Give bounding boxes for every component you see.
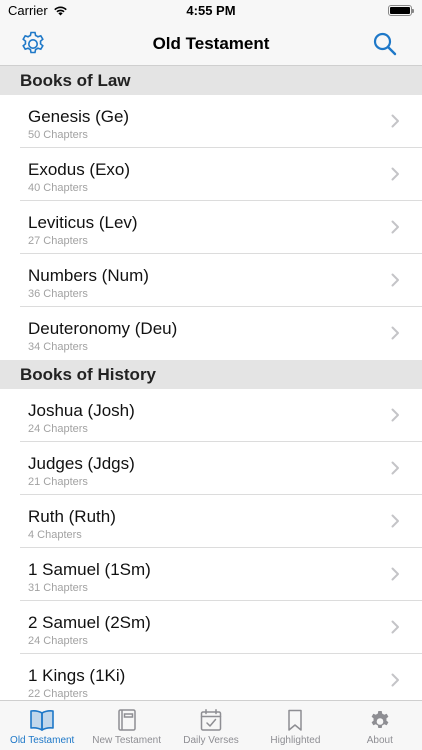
tab-new-testament[interactable]: New Testament [84, 701, 168, 750]
tab-label: Daily Verses [183, 735, 239, 746]
chevron-right-icon [391, 461, 399, 475]
books-list[interactable]: Books of Law Genesis (Ge) 50 Chapters Ex… [0, 66, 422, 700]
navigation-bar: Old Testament [0, 22, 422, 66]
chapter-count: 50 Chapters [28, 129, 88, 141]
tab-about[interactable]: About [338, 701, 422, 750]
search-icon [373, 32, 397, 56]
book-title: Ruth (Ruth) [28, 507, 116, 526]
status-time: 4:55 PM [186, 3, 236, 18]
gear-icon [371, 711, 389, 728]
chapter-count: 36 Chapters [28, 288, 88, 300]
list-item-deuteronomy[interactable]: Deuteronomy (Deu) 34 Chapters [0, 307, 422, 360]
list-item-joshua[interactable]: Joshua (Josh) 24 Chapters [0, 389, 422, 442]
book-title: 1 Samuel (1Sm) [28, 560, 151, 579]
chapter-count: 34 Chapters [28, 341, 88, 353]
list-item-ruth[interactable]: Ruth (Ruth) 4 Chapters [0, 495, 422, 548]
list-item-judges[interactable]: Judges (Jdgs) 21 Chapters [0, 442, 422, 495]
chapter-count: 40 Chapters [28, 182, 88, 194]
tab-label: New Testament [92, 735, 161, 746]
battery-icon [388, 5, 414, 16]
book-open-icon [30, 710, 55, 731]
chevron-right-icon [391, 673, 399, 687]
book-title: 2 Samuel (2Sm) [28, 613, 151, 632]
chapter-count: 22 Chapters [28, 688, 88, 700]
chevron-right-icon [391, 567, 399, 581]
chevron-right-icon [391, 326, 399, 340]
bookmark-icon [288, 709, 303, 731]
chapter-count: 4 Chapters [28, 529, 82, 541]
list-item-exodus[interactable]: Exodus (Exo) 40 Chapters [0, 148, 422, 201]
status-bar: Carrier 4:55 PM [0, 0, 422, 22]
app-screen: Carrier 4:55 PM Old Testament Books of L… [0, 0, 422, 750]
list-item-genesis[interactable]: Genesis (Ge) 50 Chapters [0, 95, 422, 148]
chapter-count: 27 Chapters [28, 235, 88, 247]
book-title: Deuteronomy (Deu) [28, 319, 178, 338]
chevron-right-icon [391, 514, 399, 528]
section-header-law: Books of Law [0, 66, 422, 95]
calendar-check-icon [200, 709, 222, 731]
tab-label: About [366, 735, 393, 746]
tab-label: Highlighted [270, 735, 321, 746]
chevron-right-icon [391, 620, 399, 634]
tab-daily-verses[interactable]: Daily Verses [169, 701, 253, 750]
chevron-right-icon [391, 273, 399, 287]
tab-old-testament[interactable]: Old Testament [0, 701, 84, 750]
book-title: Judges (Jdgs) [28, 454, 135, 473]
search-button[interactable] [370, 29, 400, 59]
chevron-right-icon [391, 114, 399, 128]
book-title: Numbers (Num) [28, 266, 149, 285]
chevron-right-icon [391, 220, 399, 234]
book-title: Joshua (Josh) [28, 401, 135, 420]
page-title: Old Testament [152, 34, 270, 53]
book-closed-icon [117, 709, 136, 731]
chevron-right-icon [391, 408, 399, 422]
chapter-count: 24 Chapters [28, 423, 88, 435]
list-item-numbers[interactable]: Numbers (Num) 36 Chapters [0, 254, 422, 307]
chevron-right-icon [391, 167, 399, 181]
list-item-leviticus[interactable]: Leviticus (Lev) 27 Chapters [0, 201, 422, 254]
tab-label: Old Testament [10, 735, 75, 746]
section-header-history: Books of History [0, 360, 422, 389]
tab-bar: Old Testament New Testament Daily Verses… [0, 700, 422, 750]
book-title: Genesis (Ge) [28, 107, 130, 126]
book-title: Leviticus (Lev) [28, 213, 138, 232]
chapter-count: 31 Chapters [28, 582, 88, 594]
list-item-1-kings[interactable]: 1 Kings (1Ki) 22 Chapters [0, 654, 422, 700]
book-title: Exodus (Exo) [28, 160, 131, 179]
list-item-2-samuel[interactable]: 2 Samuel (2Sm) 24 Chapters [0, 601, 422, 654]
tab-highlighted[interactable]: Highlighted [253, 701, 337, 750]
list-item-1-samuel[interactable]: 1 Samuel (1Sm) 31 Chapters [0, 548, 422, 601]
chapter-count: 21 Chapters [28, 476, 88, 488]
chapter-count: 24 Chapters [28, 635, 88, 647]
book-title: 1 Kings (1Ki) [28, 666, 126, 685]
